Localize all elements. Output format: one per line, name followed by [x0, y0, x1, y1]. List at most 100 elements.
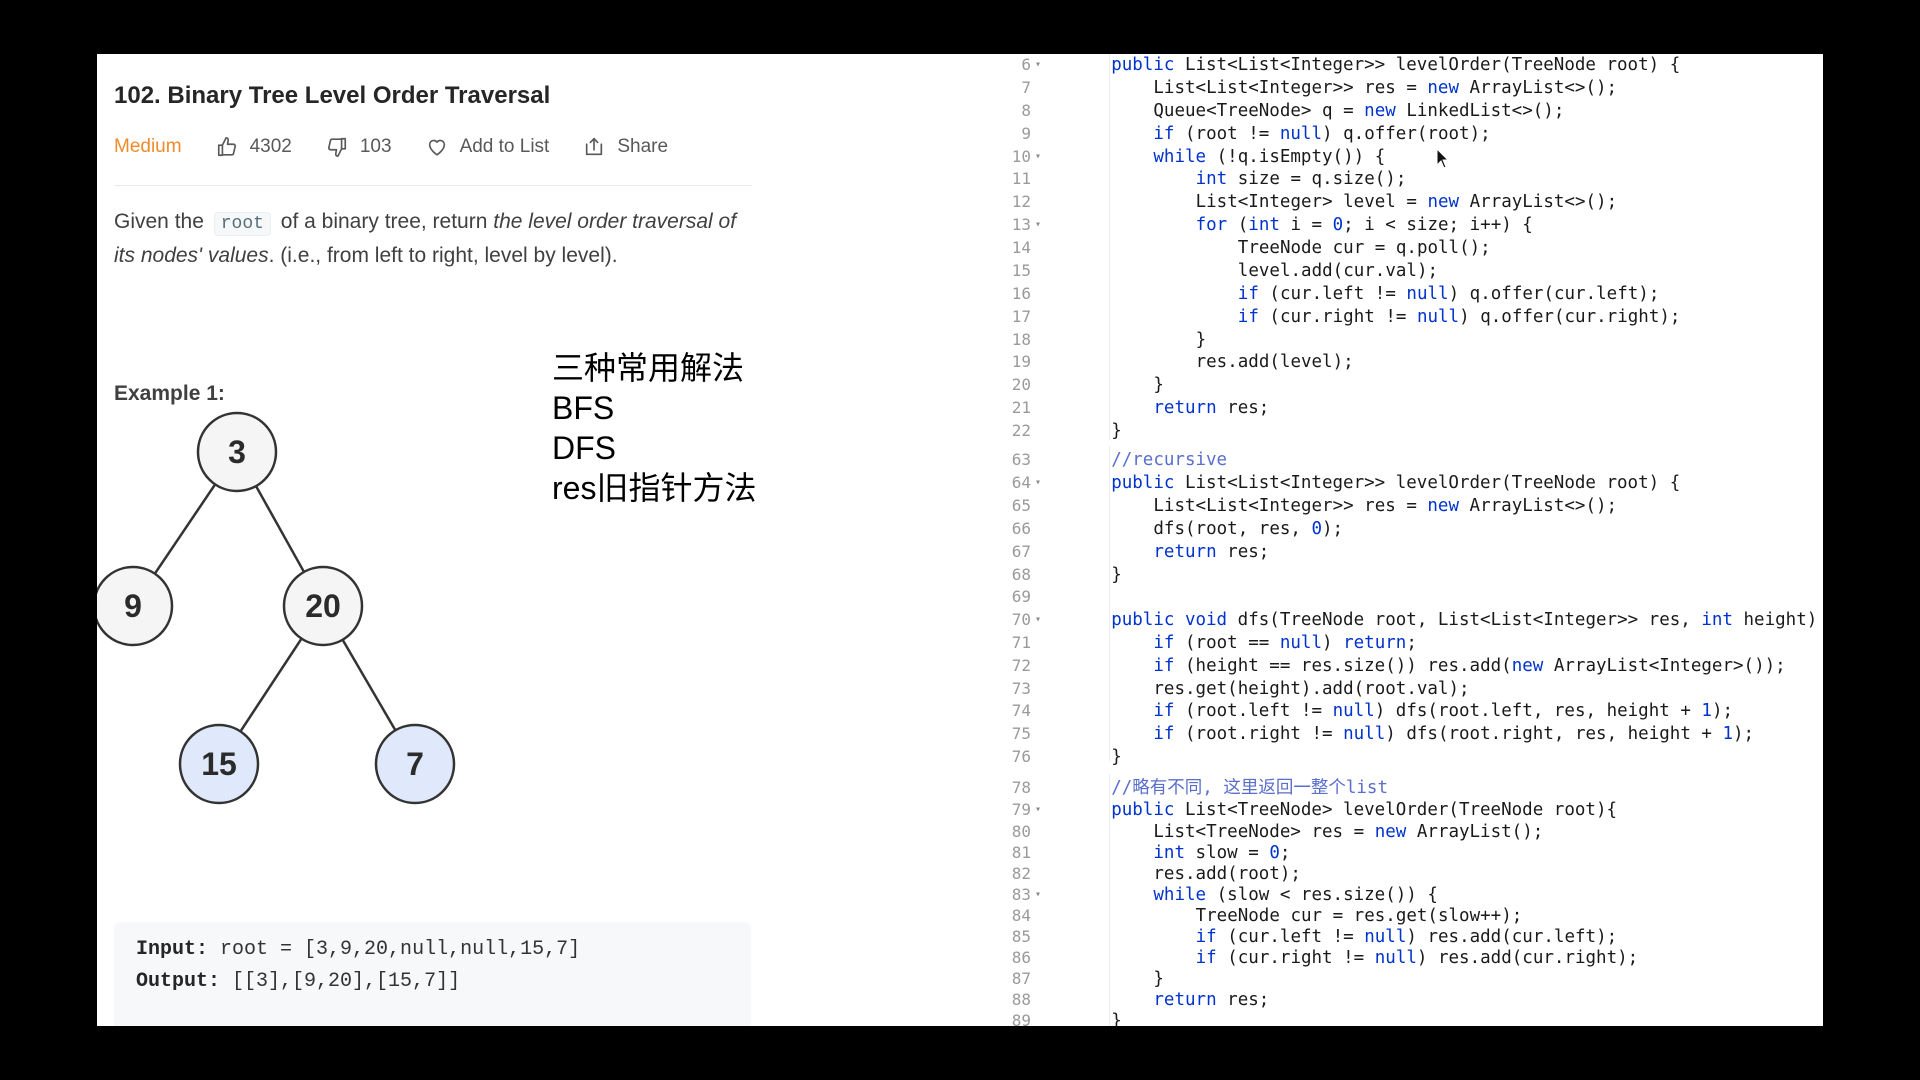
- tree-edge: [341, 639, 397, 731]
- line-number: 11: [1011, 169, 1031, 188]
- line-number: 88: [1011, 990, 1031, 1009]
- tree-edge: [153, 483, 217, 575]
- code-line[interactable]: 22}: [951, 420, 1821, 442]
- tree-node-value: 9: [124, 588, 142, 624]
- code-line[interactable]: 8 Queue<TreeNode> q = new LinkedList<>();: [951, 100, 1821, 122]
- line-number: 12: [1011, 192, 1031, 211]
- code-line[interactable]: 81 int slow = 0;: [951, 842, 1821, 864]
- code-text: }: [1111, 421, 1122, 441]
- line-number: 9: [1021, 124, 1031, 143]
- code-text: if (root.right != null) dfs(root.right, …: [1153, 724, 1755, 744]
- tree-node: 9: [97, 565, 174, 647]
- line-number: 80: [1011, 822, 1031, 841]
- code-line[interactable]: 12 List<Integer> level = new ArrayList<>(…: [951, 191, 1821, 213]
- code-line[interactable]: 76}: [951, 746, 1821, 768]
- code-line[interactable]: 83 ▾ while (slow < res.size()) {: [951, 884, 1821, 906]
- code-line[interactable]: 10 ▾ while (!q.isEmpty()) {: [951, 146, 1821, 168]
- code-line[interactable]: 68}: [951, 564, 1821, 586]
- like-button[interactable]: 4302: [216, 136, 292, 158]
- gutter-separator: [1109, 446, 1110, 761]
- fold-arrow-icon[interactable]: ▾: [1035, 884, 1041, 906]
- code-line[interactable]: 70 ▾ public void dfs(TreeNode root, List<L…: [951, 609, 1821, 631]
- code-line[interactable]: 63 //recursive: [951, 449, 1821, 471]
- code-text: List<TreeNode> res = new ArrayList();: [1153, 822, 1544, 842]
- line-number: 81: [1011, 843, 1031, 862]
- code-line[interactable]: 21 return res;: [951, 397, 1821, 419]
- note-line: 三种常用解法: [552, 350, 745, 386]
- input-line: Input: root = [3,9,20,null,null,15,7]: [136, 938, 580, 961]
- desc-text: of a binary tree, return: [280, 210, 488, 233]
- code-line[interactable]: 66 dfs(root, res, 0);: [951, 518, 1821, 540]
- code-line[interactable]: 73 res.get(height).add(root.val);: [951, 678, 1821, 700]
- line-number: 68: [1011, 565, 1031, 584]
- code-line[interactable]: 87}: [951, 968, 1821, 990]
- code-text: return res;: [1153, 542, 1270, 562]
- code-text: dfs(root, res, 0);: [1153, 519, 1344, 539]
- example-io-box: Input: root = [3,9,20,null,null,15,7] Ou…: [114, 922, 751, 1026]
- code-line[interactable]: 9 if (root != null) q.offer(root);: [951, 123, 1821, 145]
- thumbs-down-icon: [327, 137, 346, 157]
- fold-arrow-icon[interactable]: ▾: [1035, 609, 1041, 631]
- tree-node-value: 20: [305, 588, 341, 624]
- code-line[interactable]: 71 if (root == null) return;: [951, 632, 1821, 654]
- code-line[interactable]: 13 ▾ for (int i = 0; i < size; i++) {: [951, 214, 1821, 236]
- line-number: 74: [1011, 701, 1031, 720]
- line-number: 19: [1011, 352, 1031, 371]
- code-line[interactable]: 20}: [951, 374, 1821, 396]
- line-number: 7: [1021, 78, 1031, 97]
- code-line[interactable]: 85 if (cur.left != null) res.add(cur.left…: [951, 926, 1821, 948]
- code-line[interactable]: 18}: [951, 329, 1821, 351]
- code-line[interactable]: 16 if (cur.left != null) q.offer(cur.left…: [951, 283, 1821, 305]
- code-text: public List<TreeNode> levelOrder(TreeNod…: [1111, 800, 1618, 820]
- line-number: 86: [1011, 948, 1031, 967]
- code-line[interactable]: 89}: [951, 1010, 1821, 1026]
- line-number: 14: [1011, 238, 1031, 257]
- fold-arrow-icon[interactable]: ▾: [1035, 799, 1041, 821]
- code-line[interactable]: 7 List<List<Integer>> res = new ArrayList…: [951, 77, 1821, 99]
- code-line[interactable]: 82 res.add(root);: [951, 863, 1821, 885]
- tree-node: 15: [178, 723, 260, 805]
- line-number: 82: [1011, 864, 1031, 883]
- dislike-count: 103: [359, 136, 392, 157]
- code-line[interactable]: 65 List<List<Integer>> res = new ArrayLis…: [951, 495, 1821, 517]
- code-text: List<List<Integer>> res = new ArrayList<…: [1153, 496, 1618, 516]
- code-line[interactable]: 75 if (root.right != null) dfs(root.right…: [951, 723, 1821, 745]
- dislike-button[interactable]: 103: [326, 136, 392, 158]
- code-line[interactable]: 6 ▾ public List<List<Integer>> levelOrder(…: [951, 54, 1821, 76]
- code-line[interactable]: 84 TreeNode cur = res.get(slow++);: [951, 905, 1821, 927]
- add-to-list-button[interactable]: Add to List: [426, 136, 549, 158]
- code-text: level.add(cur.val);: [1237, 261, 1439, 281]
- code-editor[interactable]: 6 ▾ public List<List<Integer>> levelOrder(…: [951, 54, 1823, 1026]
- code-line[interactable]: 78 //略有不同, 这里返回一整个list: [951, 777, 1821, 799]
- code-line[interactable]: 79 ▾ public List<TreeNode> levelOrder(Tree…: [951, 799, 1821, 821]
- code-line[interactable]: 14 TreeNode cur = q.poll();: [951, 237, 1821, 259]
- fold-arrow-icon[interactable]: ▾: [1035, 54, 1041, 76]
- code-line[interactable]: 80 List<TreeNode> res = new ArrayList();: [951, 821, 1821, 843]
- code-line[interactable]: 67 return res;: [951, 541, 1821, 563]
- code-line[interactable]: 86 if (cur.right != null) res.add(cur.rig…: [951, 947, 1821, 969]
- code-line[interactable]: 64 ▾ public List<List<Integer>> levelOrder…: [951, 472, 1821, 494]
- line-number: 73: [1011, 679, 1031, 698]
- line-number: 87: [1011, 969, 1031, 988]
- code-line[interactable]: 72 if (height == res.size()) res.add(new …: [951, 655, 1821, 677]
- code-line[interactable]: 88 return res;: [951, 989, 1821, 1011]
- fold-arrow-icon[interactable]: ▾: [1035, 214, 1041, 236]
- line-number: 89: [1011, 1011, 1031, 1026]
- code-line[interactable]: 17 if (cur.right != null) q.offer(cur.rig…: [951, 306, 1821, 328]
- line-number: 72: [1011, 656, 1031, 675]
- code-line[interactable]: 19 res.add(level);: [951, 351, 1821, 373]
- code-text: TreeNode cur = res.get(slow++);: [1195, 906, 1523, 926]
- share-button[interactable]: Share: [583, 136, 668, 158]
- code-line[interactable]: 74 if (root.left != null) dfs(root.left, …: [951, 700, 1821, 722]
- fold-arrow-icon[interactable]: ▾: [1035, 472, 1041, 494]
- line-number: 10: [1011, 147, 1031, 166]
- code-line[interactable]: 69: [951, 586, 1821, 608]
- inline-code-root: root: [213, 212, 271, 236]
- fold-arrow-icon[interactable]: ▾: [1035, 146, 1041, 168]
- code-line[interactable]: 15 level.add(cur.val);: [951, 260, 1821, 282]
- code-line[interactable]: 11 int size = q.size();: [951, 168, 1821, 190]
- line-number: 6: [1021, 55, 1031, 74]
- code-comment: //recursive: [1111, 450, 1228, 470]
- line-number: 79: [1011, 800, 1031, 819]
- code-text: TreeNode cur = q.poll();: [1237, 238, 1491, 258]
